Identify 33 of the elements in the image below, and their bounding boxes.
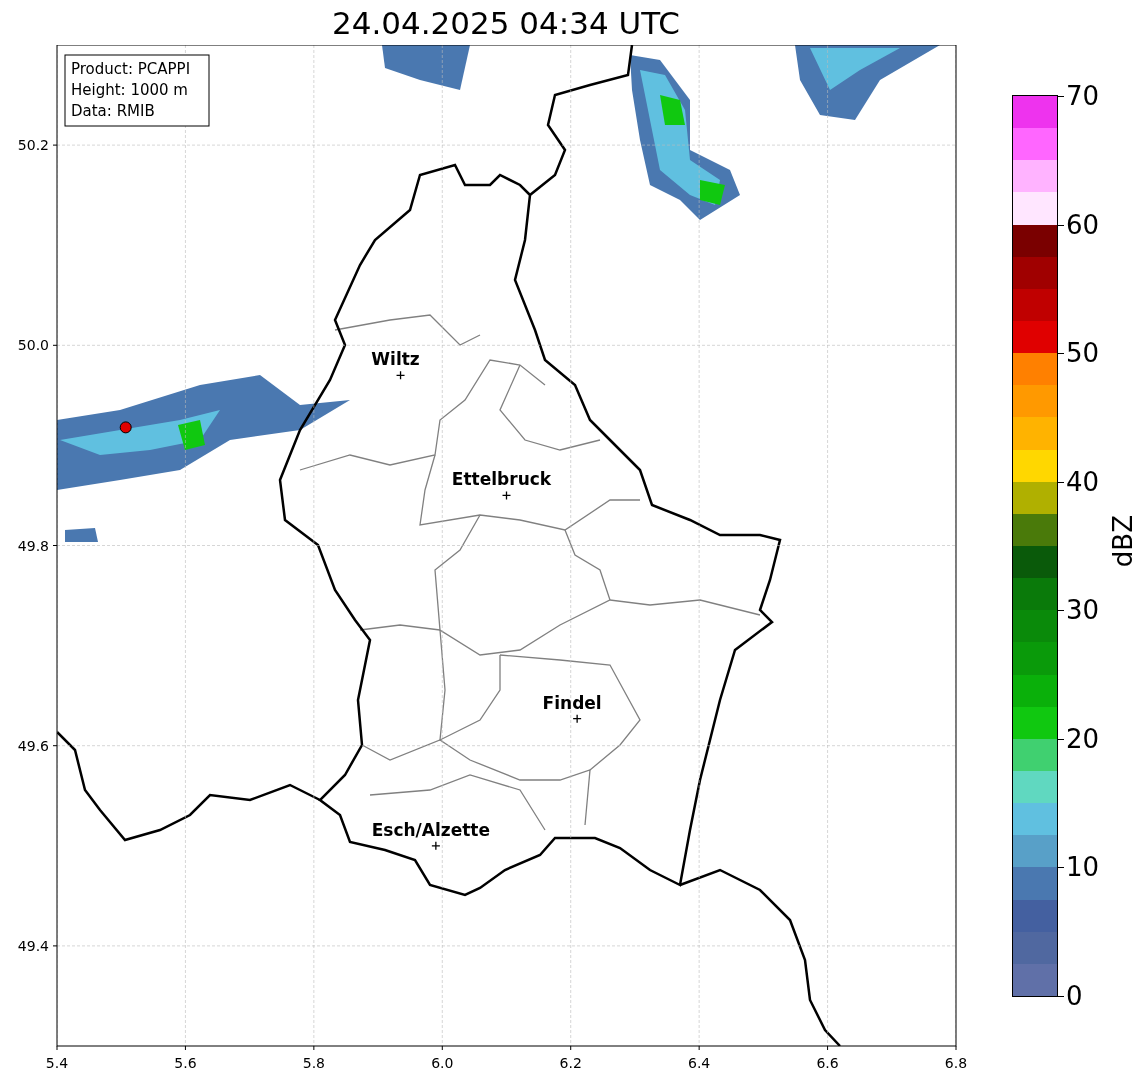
x-tick-label: 5.4: [45, 1055, 69, 1071]
city-marker: [395, 370, 406, 380]
y-tick-label: 50.0: [17, 337, 49, 354]
city-marker: [572, 714, 582, 724]
x-tick-label: 5.8: [302, 1055, 325, 1071]
colorbar-tick-label: 40: [1066, 468, 1100, 495]
x-tick-label: 6.8: [944, 1055, 968, 1071]
y-tick-label: 50.2: [17, 137, 49, 154]
colorbar-tick-label: 70: [1066, 83, 1100, 109]
chart-title: 24.04.2025 04:34 UTC: [332, 4, 680, 41]
radar-site-marker: [119, 421, 132, 434]
city-label: Findel: [542, 692, 602, 713]
x-tick-label: 6.4: [688, 1055, 711, 1071]
city-label: Wiltz: [371, 349, 420, 370]
colorbar-tick-label: 60: [1066, 211, 1100, 238]
x-tick-label: 6.6: [816, 1055, 839, 1071]
colorbar-tick-label: 30: [1066, 597, 1100, 624]
colorbar-tick-label: 0: [1066, 983, 1083, 1009]
colorbar-tick-label: 50: [1066, 340, 1100, 367]
info-box: Product: PCAPPI Height: 1000 m Data: RMIB: [64, 54, 210, 127]
city-label: Ettelbruck: [451, 469, 552, 490]
x-tick-label: 5.6: [174, 1055, 197, 1071]
city-marker: [431, 841, 441, 851]
city-label: Esch/Alzette: [371, 819, 490, 840]
colorbar-tick-label: 20: [1066, 725, 1100, 752]
y-tick-label: 49.4: [17, 937, 49, 954]
colorbar-tick-label: 10: [1066, 854, 1100, 881]
y-tick-label: 49.8: [17, 537, 49, 554]
x-tick-label: 6.0: [431, 1055, 454, 1071]
x-tick-label: 6.2: [559, 1055, 582, 1071]
y-tick-label: 49.6: [17, 737, 49, 754]
city-marker: [501, 490, 512, 501]
colorbar-label: dBZ: [1108, 515, 1138, 568]
